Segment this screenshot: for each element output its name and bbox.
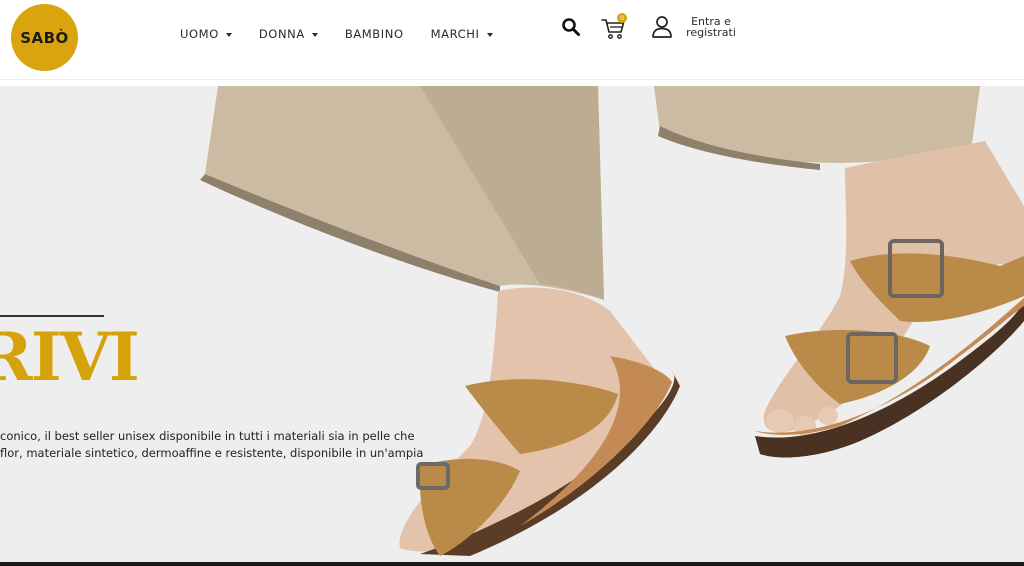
hero-description: conico, il best seller unisex disponibil… — [0, 428, 440, 462]
cart-count-badge: 0 — [617, 13, 627, 23]
chevron-down-icon — [486, 32, 493, 37]
bottom-bar — [0, 562, 1024, 566]
nav-item-label: DONNA — [258, 27, 305, 41]
login-line-2: registrati — [686, 26, 736, 39]
logo-text: SABÒ — [20, 28, 69, 47]
hero-description-line: conico, il best seller unisex disponibil… — [0, 429, 415, 443]
nav-item-bambino[interactable]: BAMBINO — [345, 27, 404, 41]
nav-item-label: MARCHI — [430, 27, 480, 41]
login-register-link[interactable]: Entra e registrati — [684, 16, 738, 38]
nav-item-marchi[interactable]: MARCHI — [431, 27, 493, 41]
user-icon[interactable] — [651, 15, 673, 39]
search-icon[interactable] — [561, 17, 581, 37]
site-header: SABÒ UOMO DONNA BAMBINO MARCHI 0 Entra e… — [0, 0, 1024, 80]
main-nav: UOMO DONNA BAMBINO MARCHI — [180, 24, 520, 44]
hero-description-line: flor, materiale sintetico, dermoaffine e… — [0, 446, 424, 460]
hero-title: RIVI — [0, 318, 140, 396]
sandals-hero-image — [200, 86, 1024, 556]
chevron-down-icon — [225, 32, 232, 37]
nav-item-label: BAMBINO — [344, 27, 404, 41]
logo[interactable]: SABÒ — [11, 4, 78, 71]
nav-item-uomo[interactable]: UOMO — [180, 27, 232, 41]
chevron-down-icon — [311, 32, 318, 37]
hero-banner: RIVI conico, il best seller unisex dispo… — [0, 86, 1024, 562]
hero-divider — [0, 315, 104, 317]
nav-item-label: UOMO — [180, 27, 219, 41]
nav-item-donna[interactable]: DONNA — [259, 27, 318, 41]
